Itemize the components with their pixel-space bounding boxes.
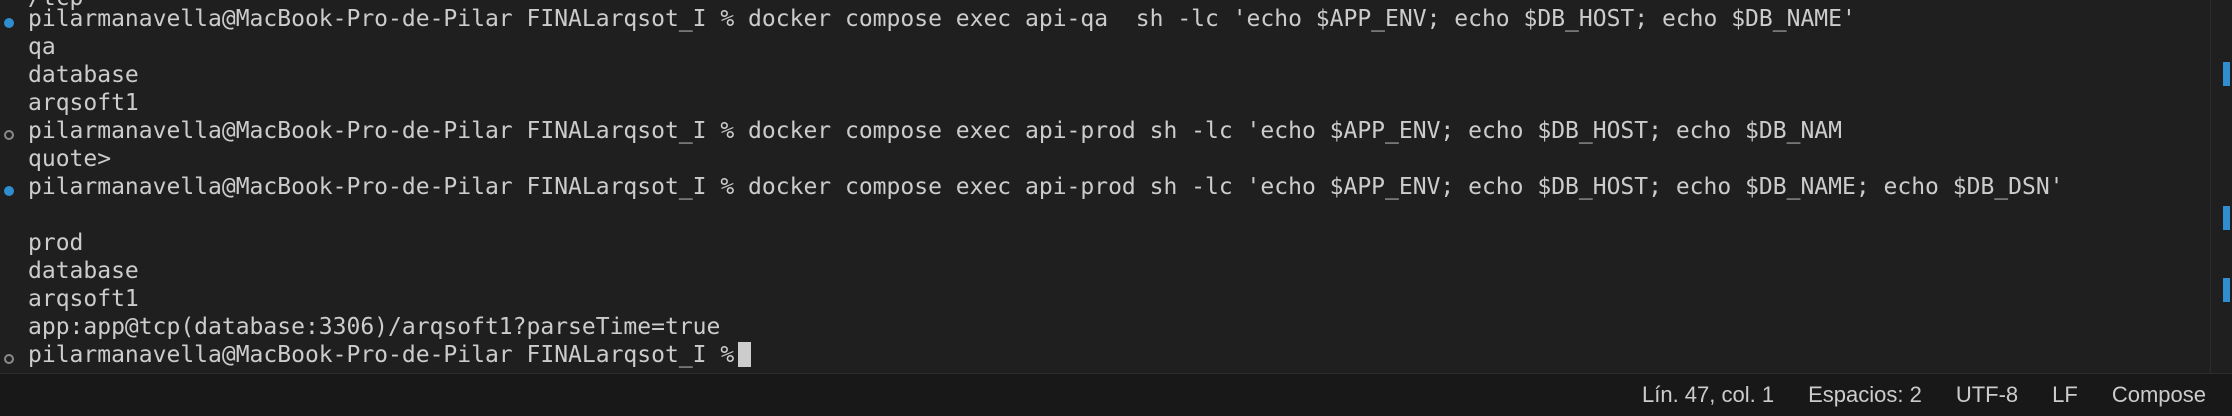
scrollbar-decoration-mark [2223, 62, 2230, 86]
status-bar: Lín. 47, col. 1 Espacios: 2 UTF-8 LF Com… [0, 373, 2232, 416]
command-success-icon[interactable] [4, 18, 14, 28]
prompt-text: pilarmanavella@MacBook-Pro-de-Pilar FINA… [28, 342, 735, 368]
output-line: arqsoft1 [28, 286, 139, 312]
prompt-line[interactable]: pilarmanavella@MacBook-Pro-de-Pilar FINA… [28, 341, 752, 369]
scrollbar-decoration-mark [2223, 206, 2230, 230]
scrollbar-decoration-mark [2223, 278, 2230, 302]
output-line: prod [28, 230, 84, 256]
output-line: database [28, 258, 139, 284]
indentation-status[interactable]: Espacios: 2 [1808, 382, 1922, 408]
command-line: pilarmanavella@MacBook-Pro-de-Pilar FINA… [28, 6, 1856, 32]
encoding-status[interactable]: UTF-8 [1956, 382, 2018, 408]
terminal-panel[interactable]: /tcp pilarmanavella@MacBook-Pro-de-Pilar… [0, 0, 2232, 373]
command-default-icon[interactable] [4, 130, 14, 140]
command-line: pilarmanavella@MacBook-Pro-de-Pilar FINA… [28, 174, 2064, 200]
command-success-icon[interactable] [4, 186, 14, 196]
output-line: app:app@tcp(database:3306)/arqsoft1?pars… [28, 314, 721, 340]
language-mode-status[interactable]: Compose [2112, 382, 2206, 408]
terminal-cursor [738, 342, 752, 367]
output-line: quote> [28, 146, 112, 172]
command-default-icon[interactable] [4, 354, 14, 364]
cursor-position-status[interactable]: Lín. 47, col. 1 [1642, 382, 1774, 408]
end-of-line-status[interactable]: LF [2052, 382, 2078, 408]
output-line: arqsoft1 [28, 90, 139, 116]
command-line: pilarmanavella@MacBook-Pro-de-Pilar FINA… [28, 118, 1842, 144]
terminal-scrollbar[interactable] [2210, 0, 2232, 373]
output-line: qa [28, 34, 56, 60]
output-line: database [28, 62, 139, 88]
